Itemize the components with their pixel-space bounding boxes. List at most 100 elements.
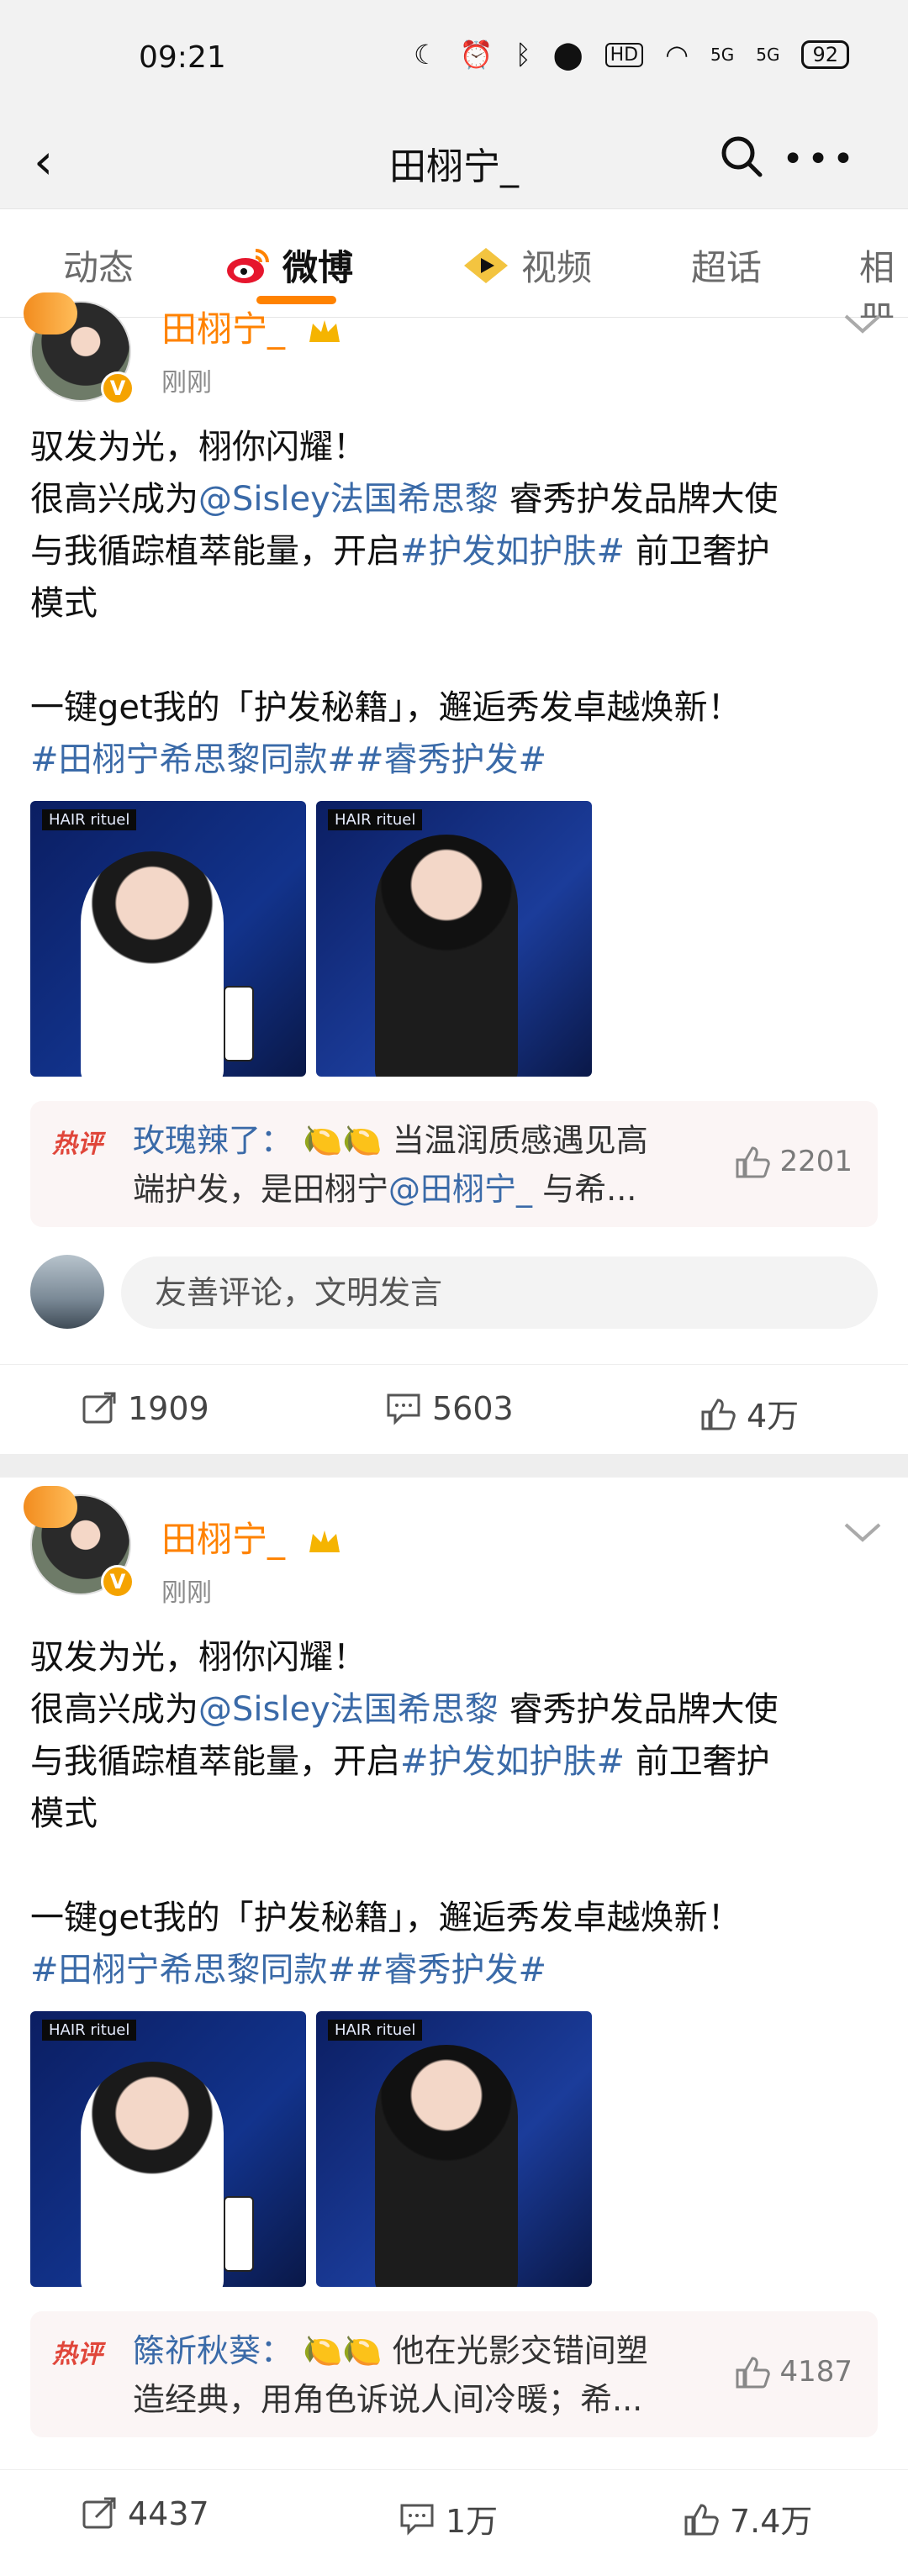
moon-icon: ☾ bbox=[414, 39, 438, 71]
avatar[interactable]: V bbox=[24, 1486, 135, 1599]
repost-count: 4437 bbox=[128, 2495, 209, 2532]
like-button[interactable]: 7.4万 bbox=[683, 2495, 812, 2542]
post-author[interactable]: 田栩宁_ bbox=[161, 301, 343, 352]
profile-tabs: 动态 微博 视频 超话 相册 bbox=[0, 208, 908, 340]
repost-button[interactable]: 4437 bbox=[81, 2495, 209, 2532]
avatar[interactable]: V bbox=[24, 292, 135, 405]
hot-comment-tag: 热评 bbox=[52, 1130, 103, 1159]
location-icon: ⬤ bbox=[552, 39, 583, 71]
weibo-post: V 田栩宁_ 刚刚 驭发为光，栩你闪耀！ 很高兴成为@Sisley法国希思黎 睿… bbox=[0, 292, 908, 1444]
post-text: 驭发为光，栩你闪耀！ 很高兴成为@Sisley法国希思黎 睿秀护发品牌大使 与我… bbox=[30, 1631, 879, 1996]
hot-comment-text: 篨祈秋葵： 🍋🍋 他在光影交错间塑造经典，用角色诉说人间冷暖；希... bbox=[133, 2326, 671, 2424]
like-count: 7.4万 bbox=[730, 2503, 813, 2540]
topic-link[interactable]: #护发如护肤# bbox=[400, 1742, 625, 1781]
comment-count: 1万 bbox=[446, 2503, 499, 2540]
status-icons: ☾ ⏰ ᛒ ⬤ HD ◠ 5G 5G 92 bbox=[414, 39, 849, 71]
mention-link[interactable]: @Sisley法国希思黎 bbox=[198, 1690, 499, 1729]
wifi-icon: ◠ bbox=[665, 39, 689, 71]
verified-badge-icon: V bbox=[101, 1565, 135, 1599]
post-actions: 4437 1万 7.4万 bbox=[0, 2469, 908, 2562]
commenter-name[interactable]: 玫瑰辣了： bbox=[133, 1122, 293, 1159]
hot-comment[interactable]: 热评 篨祈秋葵： 🍋🍋 他在光影交错间塑造经典，用角色诉说人间冷暖；希... 4… bbox=[30, 2311, 878, 2437]
hot-comment-like[interactable]: 4187 bbox=[734, 2355, 853, 2389]
tiger-frame-icon bbox=[24, 1486, 77, 1528]
page-title: 田栩宁_ bbox=[389, 145, 519, 188]
repost-button[interactable]: 1909 bbox=[81, 1390, 209, 1427]
thumb-up-icon bbox=[736, 2357, 771, 2389]
text: 与我循踪植萃能量，开启 bbox=[30, 532, 400, 571]
tab-supertopic[interactable]: 超话 bbox=[691, 240, 762, 291]
like-button[interactable]: 4万 bbox=[699, 1390, 799, 1436]
comment-box: 友善评论，文明发言 bbox=[30, 1255, 879, 1330]
battery-icon: 92 bbox=[801, 40, 849, 69]
author-name: 田栩宁_ bbox=[161, 1519, 286, 1560]
product-bottle bbox=[224, 2196, 254, 2272]
verified-badge-icon: V bbox=[101, 371, 135, 405]
text: 很高兴成为 bbox=[30, 1690, 198, 1729]
person-figure bbox=[375, 2045, 518, 2287]
clock: 09:21 bbox=[139, 40, 226, 75]
topic-link[interactable]: #护发如护肤# bbox=[400, 532, 625, 571]
hot-comment[interactable]: 热评 玫瑰辣了： 🍋🍋 当温润质感遇见高端护发，是田栩宁@田栩宁_ 与希... … bbox=[30, 1101, 878, 1227]
mention-link[interactable]: @Sisley法国希思黎 bbox=[198, 480, 499, 519]
chevron-down-icon[interactable] bbox=[842, 313, 883, 336]
hot-comment-text: 玫瑰辣了： 🍋🍋 当温润质感遇见高端护发，是田栩宁@田栩宁_ 与希... bbox=[133, 1116, 671, 1214]
text-line: 模式 bbox=[30, 1794, 98, 1833]
topic-link[interactable]: #田栩宁希思黎同款##睿秀护发# bbox=[30, 734, 879, 786]
text-line: 很高兴成为@Sisley法国希思黎 睿秀护发品牌大使 bbox=[30, 1683, 879, 1736]
post-image[interactable]: HAIR rituel bbox=[30, 801, 306, 1077]
tab-video[interactable]: 视频 bbox=[461, 240, 592, 291]
video-icon bbox=[464, 247, 508, 283]
comment-button[interactable]: 5603 bbox=[385, 1390, 514, 1427]
more-icon[interactable]: ••• bbox=[782, 138, 858, 181]
image-grid: HAIR rituel HAIR rituel bbox=[0, 2011, 908, 2287]
mention-link[interactable]: @田栩宁_ bbox=[388, 1171, 532, 1208]
post-image[interactable]: HAIR rituel bbox=[316, 801, 592, 1077]
tab-label: 动态 bbox=[63, 247, 135, 288]
post-image[interactable]: HAIR rituel bbox=[30, 2011, 306, 2287]
comment-input[interactable]: 友善评论，文明发言 bbox=[121, 1256, 878, 1329]
thumb-up-icon bbox=[701, 1398, 736, 1430]
hd-icon: HD bbox=[604, 42, 644, 67]
like-count: 2201 bbox=[779, 1145, 853, 1178]
brand-label: HAIR rituel bbox=[328, 2020, 423, 2041]
topic-link[interactable]: #田栩宁希思黎同款##睿秀护发# bbox=[30, 1944, 879, 1996]
text: 睿秀护发品牌大使 bbox=[498, 480, 779, 519]
search-icon[interactable] bbox=[718, 133, 765, 180]
post-time: 刚刚 bbox=[161, 368, 212, 398]
alarm-icon: ⏰ bbox=[459, 39, 494, 71]
crown-icon bbox=[309, 319, 340, 342]
text-line: 与我循踪植萃能量，开启#护发如护肤# 前卫奢护 bbox=[30, 1736, 879, 1788]
tab-weibo[interactable]: 微博 bbox=[225, 240, 353, 291]
bluetooth-icon: ᛒ bbox=[515, 39, 531, 71]
comment-text: 与希... bbox=[532, 1171, 637, 1208]
hot-comment-like[interactable]: 2201 bbox=[734, 1145, 853, 1178]
signal-icon: 5G bbox=[710, 45, 735, 65]
text-line: 很高兴成为@Sisley法国希思黎 睿秀护发品牌大使 bbox=[30, 473, 879, 525]
text: 前卫奢护 bbox=[625, 532, 770, 571]
tab-label: 超话 bbox=[691, 247, 763, 288]
my-avatar bbox=[30, 1255, 104, 1329]
image-grid: HAIR rituel HAIR rituel bbox=[0, 801, 908, 1077]
tab-dynamic[interactable]: 动态 bbox=[63, 240, 134, 291]
brand-label: HAIR rituel bbox=[42, 2020, 137, 2041]
comment-button[interactable]: 1万 bbox=[399, 2495, 498, 2542]
repost-count: 1909 bbox=[128, 1390, 209, 1427]
comment-count: 5603 bbox=[432, 1390, 514, 1427]
repost-icon bbox=[82, 1392, 116, 1424]
brand-label: HAIR rituel bbox=[42, 809, 137, 830]
text-line: 模式 bbox=[30, 584, 98, 623]
author-name: 田栩宁_ bbox=[161, 308, 286, 350]
thumb-up-icon bbox=[736, 1146, 771, 1178]
commenter-name[interactable]: 篨祈秋葵： bbox=[133, 2332, 293, 2369]
crown-icon bbox=[309, 1530, 340, 1552]
brand-label: HAIR rituel bbox=[328, 809, 423, 830]
post-image[interactable]: HAIR rituel bbox=[316, 2011, 592, 2287]
like-count: 4187 bbox=[779, 2355, 853, 2389]
comment-icon bbox=[400, 2504, 434, 2536]
post-author[interactable]: 田栩宁_ bbox=[161, 1511, 343, 1562]
person-figure bbox=[81, 851, 224, 1077]
chevron-down-icon[interactable] bbox=[842, 1521, 883, 1545]
